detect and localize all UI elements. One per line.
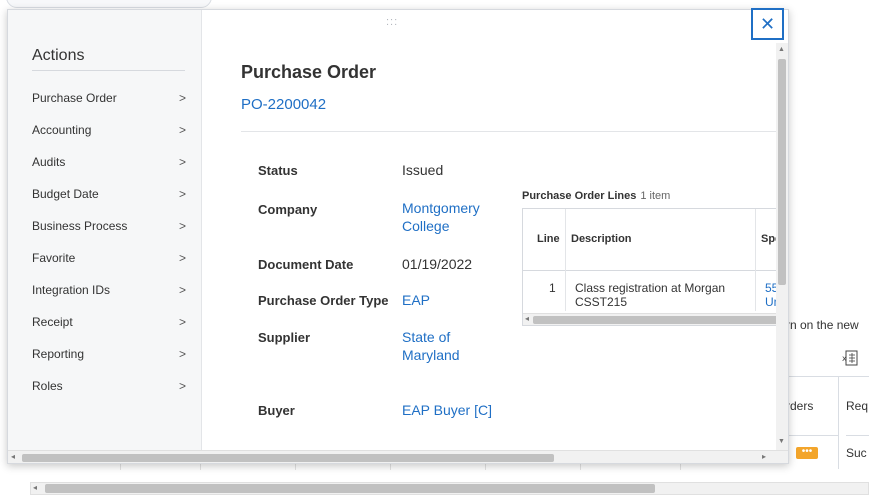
- chevron-right-icon: >: [178, 379, 186, 393]
- background-col-header: rders: [786, 399, 814, 413]
- po-lines-count: 1 item: [640, 190, 671, 202]
- sidebar-item-purchase-order[interactable]: Purchase Order >: [32, 86, 192, 110]
- scroll-left-arrow-icon[interactable]: ◂: [11, 452, 15, 461]
- po-number-link[interactable]: PO-2200042: [241, 96, 326, 113]
- background-cell: •••: [786, 435, 838, 469]
- cell-spend-link[interactable]: 55 Un: [765, 281, 776, 309]
- excel-export-icon[interactable]: x: [842, 350, 858, 366]
- sidebar-item-reporting[interactable]: Reporting >: [32, 342, 192, 366]
- scroll-down-arrow-icon[interactable]: ▼: [778, 438, 785, 445]
- dialog-horizontal-scroll-thumb[interactable]: [22, 454, 554, 462]
- sidebar-item-receipt[interactable]: Receipt >: [32, 310, 192, 334]
- divider: [241, 131, 776, 132]
- scroll-right-arrow-icon[interactable]: ▸: [762, 452, 766, 461]
- page-horizontal-scroll-thumb[interactable]: [45, 484, 655, 493]
- purchase-order-details: Purchase Order PO-2200042 Status Issued …: [202, 10, 776, 450]
- chevron-right-icon: >: [178, 155, 186, 169]
- col-header-line[interactable]: Line: [537, 233, 560, 245]
- field-label-buyer: Buyer: [258, 403, 295, 418]
- field-value-supplier[interactable]: State of Maryland: [402, 328, 482, 364]
- chevron-right-icon: >: [178, 315, 186, 329]
- background-partial-text: rn on the new: [786, 318, 859, 332]
- field-label-status: Status: [258, 163, 298, 178]
- po-lines-horizontal-scrollbar[interactable]: ◂: [523, 313, 776, 325]
- scroll-left-arrow-icon[interactable]: ◂: [33, 483, 37, 492]
- actions-sidebar: Actions Purchase Order > Accounting > Au…: [8, 10, 202, 450]
- dialog-vertical-scroll-thumb[interactable]: [778, 59, 786, 285]
- sidebar-item-budget-date[interactable]: Budget Date >: [32, 182, 192, 206]
- cell-line-number: 1: [549, 281, 556, 295]
- field-value-company[interactable]: Montgomery College: [402, 199, 512, 235]
- chevron-right-icon: >: [178, 251, 186, 265]
- chevron-right-icon: >: [178, 123, 186, 137]
- close-button[interactable]: ✕: [751, 8, 784, 40]
- field-label-supplier: Supplier: [258, 330, 311, 345]
- close-icon: ✕: [759, 13, 776, 34]
- field-value-po-type[interactable]: EAP: [402, 291, 430, 309]
- sidebar-item-business-process[interactable]: Business Process >: [32, 214, 192, 238]
- field-value-status: Issued: [402, 162, 444, 178]
- scroll-left-arrow-icon[interactable]: ◂: [525, 314, 529, 323]
- sidebar-item-roles[interactable]: Roles >: [32, 374, 192, 398]
- chevron-right-icon: >: [178, 347, 186, 361]
- divider: [32, 70, 185, 71]
- dialog-horizontal-scrollbar[interactable]: ◂ ▸: [8, 450, 788, 463]
- field-label-document-date: Document Date: [258, 257, 354, 272]
- purchase-order-popup: ::: Actions Purchase Order > Accounting …: [7, 9, 789, 464]
- po-lines-table: Line Description Spe 1 Class registratio…: [522, 208, 776, 326]
- chevron-right-icon: >: [178, 219, 186, 233]
- chevron-right-icon: >: [178, 283, 186, 297]
- background-tab: [6, 0, 212, 8]
- cell-description: Class registration at Morgan CSST215: [575, 281, 726, 309]
- sidebar-item-integration-ids[interactable]: Integration IDs >: [32, 278, 192, 302]
- chevron-right-icon: >: [178, 187, 186, 201]
- col-header-description[interactable]: Description: [571, 233, 632, 245]
- sidebar-item-favorite[interactable]: Favorite >: [32, 246, 192, 270]
- po-lines-header-row: Line Description Spe: [523, 209, 776, 271]
- po-lines-title: Purchase Order Lines 1 item: [522, 190, 671, 202]
- background-cell: Suc: [846, 435, 869, 469]
- svg-text:x: x: [842, 354, 847, 363]
- scroll-up-arrow-icon[interactable]: ▲: [778, 46, 785, 53]
- sidebar-item-audits[interactable]: Audits >: [32, 150, 192, 174]
- page-title: Purchase Order: [241, 62, 377, 82]
- dialog-vertical-scrollbar[interactable]: ▲ ▼: [776, 43, 788, 450]
- po-lines-scroll-thumb[interactable]: [533, 316, 776, 324]
- col-header-spend[interactable]: Spe: [761, 233, 776, 245]
- sidebar-item-accounting[interactable]: Accounting >: [32, 118, 192, 142]
- more-options-button[interactable]: •••: [796, 446, 818, 459]
- actions-title: Actions: [32, 47, 85, 64]
- field-label-company: Company: [258, 202, 318, 217]
- background-table: rders Req ••• Suc: [786, 376, 869, 469]
- field-value-buyer[interactable]: EAP Buyer [C]: [402, 401, 497, 419]
- field-label-po-type: Purchase Order Type: [258, 293, 389, 308]
- background-col-header: Req: [846, 399, 869, 413]
- chevron-right-icon: >: [178, 91, 186, 105]
- field-value-document-date: 01/19/2022: [402, 256, 473, 272]
